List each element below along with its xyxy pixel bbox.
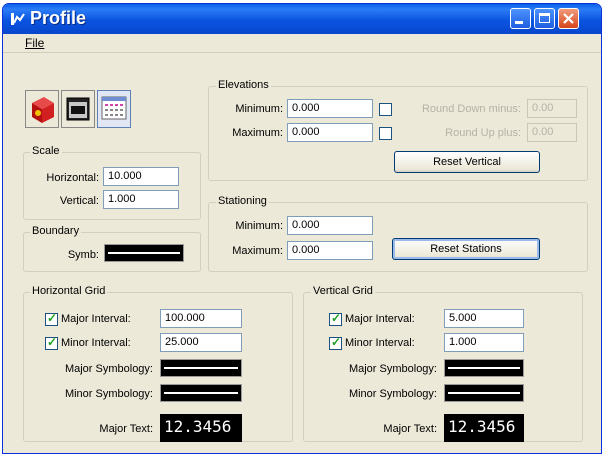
h-major-interval-checkbox[interactable] — [45, 311, 58, 326]
v-major-symbology-label: Major Symbology: — [348, 363, 437, 375]
window-button[interactable] — [61, 90, 95, 128]
scale-group-title: Scale — [30, 145, 62, 157]
view-3d-icon — [32, 97, 54, 123]
elevation-minimum-label: Minimum: — [235, 103, 283, 115]
boundary-group-title: Boundary — [30, 225, 82, 237]
h-minor-symbology-button[interactable] — [160, 384, 242, 402]
menu-file-label: File — [25, 36, 45, 50]
view-3d-button[interactable] — [25, 90, 59, 128]
minimize-icon — [515, 21, 523, 24]
v-minor-interval-label: Minor Interval: — [345, 337, 415, 349]
v-minor-symbology-label: Minor Symbology: — [348, 388, 437, 400]
station-minimum-label: Minimum: — [235, 220, 283, 232]
boundary-symb-label: Symb: — [67, 249, 99, 261]
v-major-interval-input[interactable]: 5.000 — [444, 309, 524, 328]
round-down-label: Round Down minus: — [421, 103, 521, 115]
h-minor-interval-label: Minor Interval: — [61, 337, 131, 349]
close-button[interactable] — [558, 8, 579, 29]
h-minor-interval-checkbox[interactable] — [45, 335, 58, 350]
horizontal-scale-input[interactable]: 10.000 — [103, 167, 179, 186]
h-major-text-button[interactable]: 12.3456 — [160, 414, 242, 442]
v-major-text-label: Major Text: — [383, 423, 437, 435]
maximize-button[interactable] — [534, 8, 555, 29]
elevation-maximum-label: Maximum: — [232, 127, 283, 139]
h-major-interval-label: Major Interval: — [61, 313, 131, 325]
round-down-input[interactable]: 0.00 — [527, 99, 577, 118]
h-minor-symbology-label: Minor Symbology: — [64, 388, 153, 400]
elevations-group-title: Elevations — [216, 79, 271, 91]
menu-bar: File — [3, 34, 601, 53]
scale-group — [23, 152, 201, 220]
profile-window: Profile File Scale Horizontal: 10.000 Ve… — [2, 3, 602, 454]
h-major-text-label: Major Text: — [99, 423, 153, 435]
elevation-maximum-input[interactable]: 0.000 — [287, 123, 373, 142]
profile-app-icon — [11, 13, 25, 25]
v-major-line-sample — [448, 367, 520, 369]
vertical-grid-title: Vertical Grid — [311, 285, 375, 297]
station-maximum-input[interactable]: 0.000 — [287, 241, 373, 260]
v-minor-interval-checkbox[interactable] — [329, 335, 342, 350]
h-major-symbology-button[interactable] — [160, 359, 242, 377]
h-minor-interval-input[interactable]: 25.000 — [160, 333, 242, 352]
h-major-symbology-label: Major Symbology: — [64, 363, 153, 375]
station-maximum-label: Maximum: — [232, 245, 283, 257]
boundary-line-sample — [108, 252, 180, 254]
title-bar[interactable]: Profile — [3, 4, 601, 34]
maximize-icon — [539, 13, 550, 23]
station-minimum-input[interactable]: 0.000 — [287, 216, 373, 235]
round-up-label: Round Up plus: — [445, 127, 521, 139]
h-major-interval-input[interactable]: 100.000 — [160, 309, 242, 328]
reset-vertical-button[interactable]: Reset Vertical — [394, 151, 540, 173]
v-major-interval-label: Major Interval: — [345, 313, 415, 325]
reset-stations-button[interactable]: Reset Stations — [392, 238, 540, 260]
v-major-symbology-button[interactable] — [444, 359, 524, 377]
v-minor-line-sample — [448, 392, 520, 394]
h-minor-line-sample — [164, 392, 238, 394]
horizontal-scale-label: Horizontal: — [46, 172, 99, 184]
stationing-group — [208, 202, 588, 272]
grid-icon — [101, 96, 127, 120]
menu-file[interactable]: File — [25, 36, 44, 50]
round-up-checkbox[interactable] — [379, 127, 392, 140]
vertical-scale-input[interactable]: 1.000 — [103, 190, 179, 209]
h-major-line-sample — [164, 367, 238, 369]
stationing-group-title: Stationing — [216, 195, 269, 207]
minimize-button[interactable] — [510, 8, 531, 29]
v-minor-interval-input[interactable]: 1.000 — [444, 333, 524, 352]
window-icon — [66, 97, 90, 121]
round-up-input[interactable]: 0.00 — [527, 123, 577, 142]
close-icon — [563, 13, 574, 24]
v-minor-symbology-button[interactable] — [444, 384, 524, 402]
window-title: Profile — [30, 8, 87, 28]
v-major-interval-checkbox[interactable] — [329, 311, 342, 326]
boundary-symbology-button[interactable] — [104, 244, 184, 262]
elevation-minimum-input[interactable]: 0.000 — [287, 99, 373, 118]
round-down-checkbox[interactable] — [379, 103, 392, 116]
grid-button[interactable] — [97, 90, 131, 128]
vertical-scale-label: Vertical: — [59, 195, 99, 207]
horizontal-grid-title: Horizontal Grid — [30, 285, 108, 297]
v-major-text-button[interactable]: 12.3456 — [444, 414, 524, 442]
